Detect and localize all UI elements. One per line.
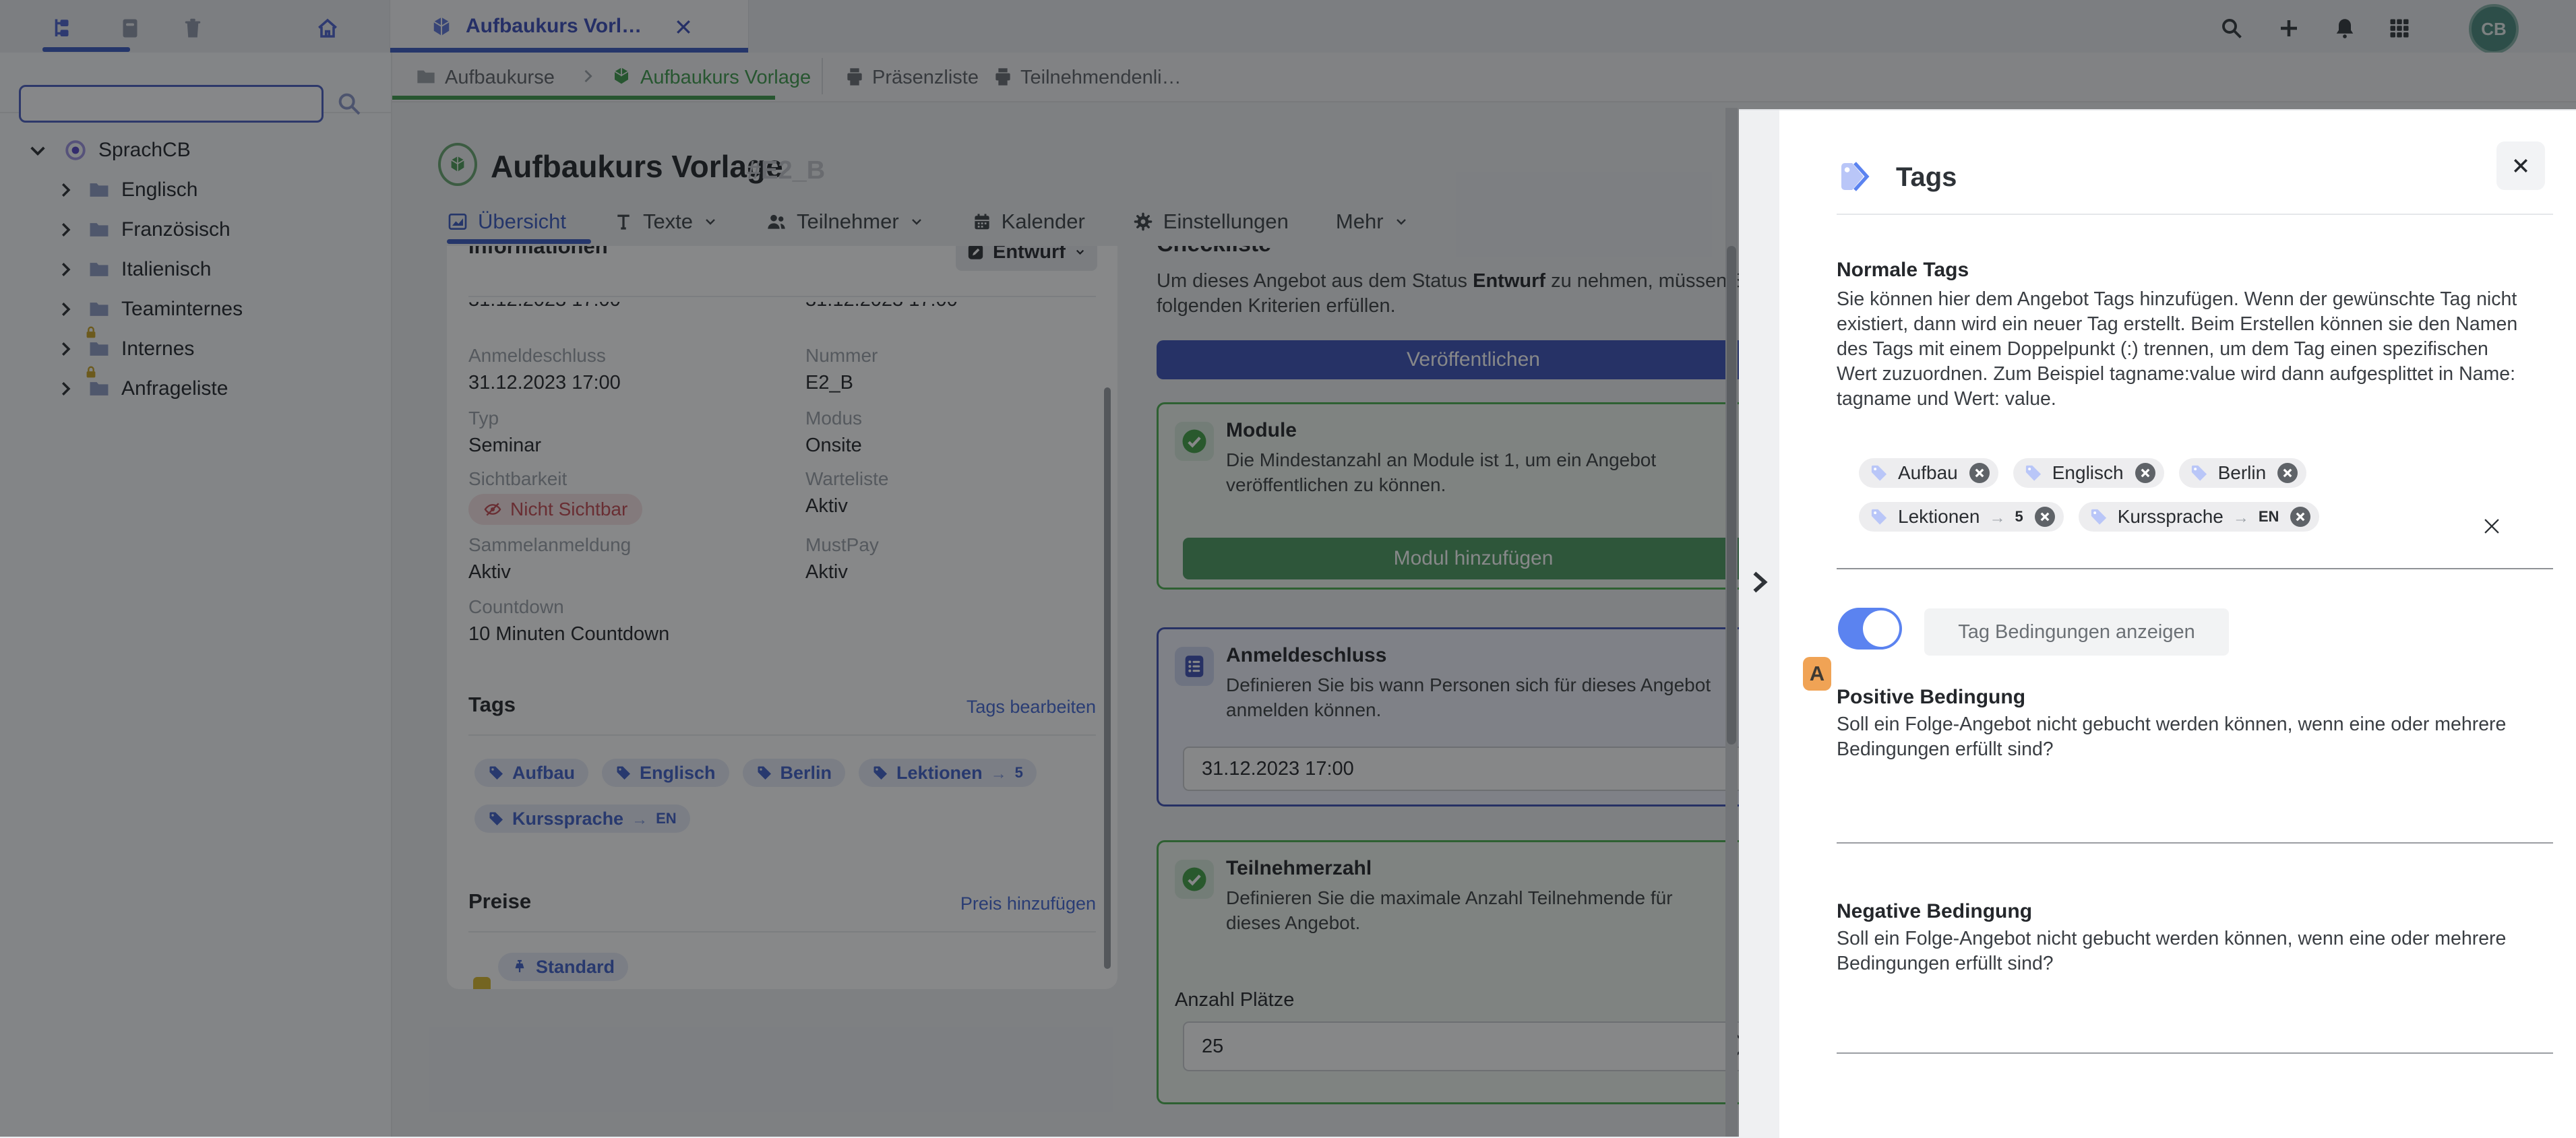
tag-icon <box>2191 465 2207 481</box>
tags-icon <box>1837 160 1878 193</box>
toggle-label: Tag Bedingungen anzeigen <box>1924 608 2229 656</box>
normal-tags-heading: Normale Tags <box>1837 259 1969 281</box>
drawer-title: Tags <box>1896 162 1957 192</box>
remove-tag-button[interactable] <box>2033 505 2057 529</box>
drawer-tag-row2: Lektionen 5 Kurssprache EN <box>1859 502 2320 532</box>
annotation-badge: A <box>1803 657 1831 691</box>
divider <box>1837 214 2553 215</box>
negative-condition-heading: Negative Bedingung <box>1837 900 2033 922</box>
collapse-drawer-icon[interactable] <box>1746 566 1773 598</box>
arrow-icon <box>2233 506 2249 528</box>
positive-condition-description: Soll ein Folge-Angebot nicht gebucht wer… <box>1837 714 2507 760</box>
app-window: Aufbaukurs Vorl… CB Aufbaukurse <box>0 0 2576 1138</box>
positive-condition-heading: Positive Bedingung <box>1837 686 2026 708</box>
normal-tags-description: Sie können hier dem Angebot Tags hinzufü… <box>1837 288 2518 410</box>
divider <box>1837 842 2553 844</box>
remove-tag-button[interactable] <box>1967 461 1992 485</box>
remove-tag-button[interactable] <box>2133 461 2157 485</box>
negative-condition-description: Soll ein Folge-Angebot nicht gebucht wer… <box>1837 928 2507 974</box>
arrow-icon <box>1989 506 2005 528</box>
tags-drawer: Tags Normale Tags Sie können hier dem An… <box>1739 109 2576 1138</box>
remove-tag-button[interactable] <box>2288 505 2312 529</box>
tag-chip-kurssprache: Kurssprache EN <box>2078 502 2320 532</box>
close-drawer-button[interactable] <box>2496 141 2545 190</box>
tag-chip-aufbau: Aufbau <box>1859 458 1998 488</box>
modal-backdrop[interactable] <box>0 109 1739 1137</box>
drawer-gutter <box>1739 109 1781 1138</box>
tag-chip-englisch: Englisch <box>2013 458 2164 488</box>
tags-input-underline <box>1837 568 2553 569</box>
remove-tag-button[interactable] <box>2275 461 2300 485</box>
drawer-panel: Tags Normale Tags Sie können hier dem An… <box>1779 109 2576 1138</box>
show-tag-conditions-toggle[interactable] <box>1838 608 1902 650</box>
tag-icon <box>2025 465 2041 481</box>
tag-chip-berlin: Berlin <box>2178 458 2307 488</box>
drawer-tag-row1: Aufbau Englisch Berlin <box>1859 458 2307 488</box>
tag-icon <box>2091 509 2106 525</box>
tag-icon <box>1871 465 1887 481</box>
tag-icon <box>1871 509 1887 525</box>
clear-tags-icon[interactable] <box>2480 515 2503 538</box>
divider <box>1837 1052 2553 1054</box>
modal-backdrop[interactable] <box>0 0 2576 109</box>
tag-chip-lektionen: Lektionen 5 <box>1859 502 2064 532</box>
